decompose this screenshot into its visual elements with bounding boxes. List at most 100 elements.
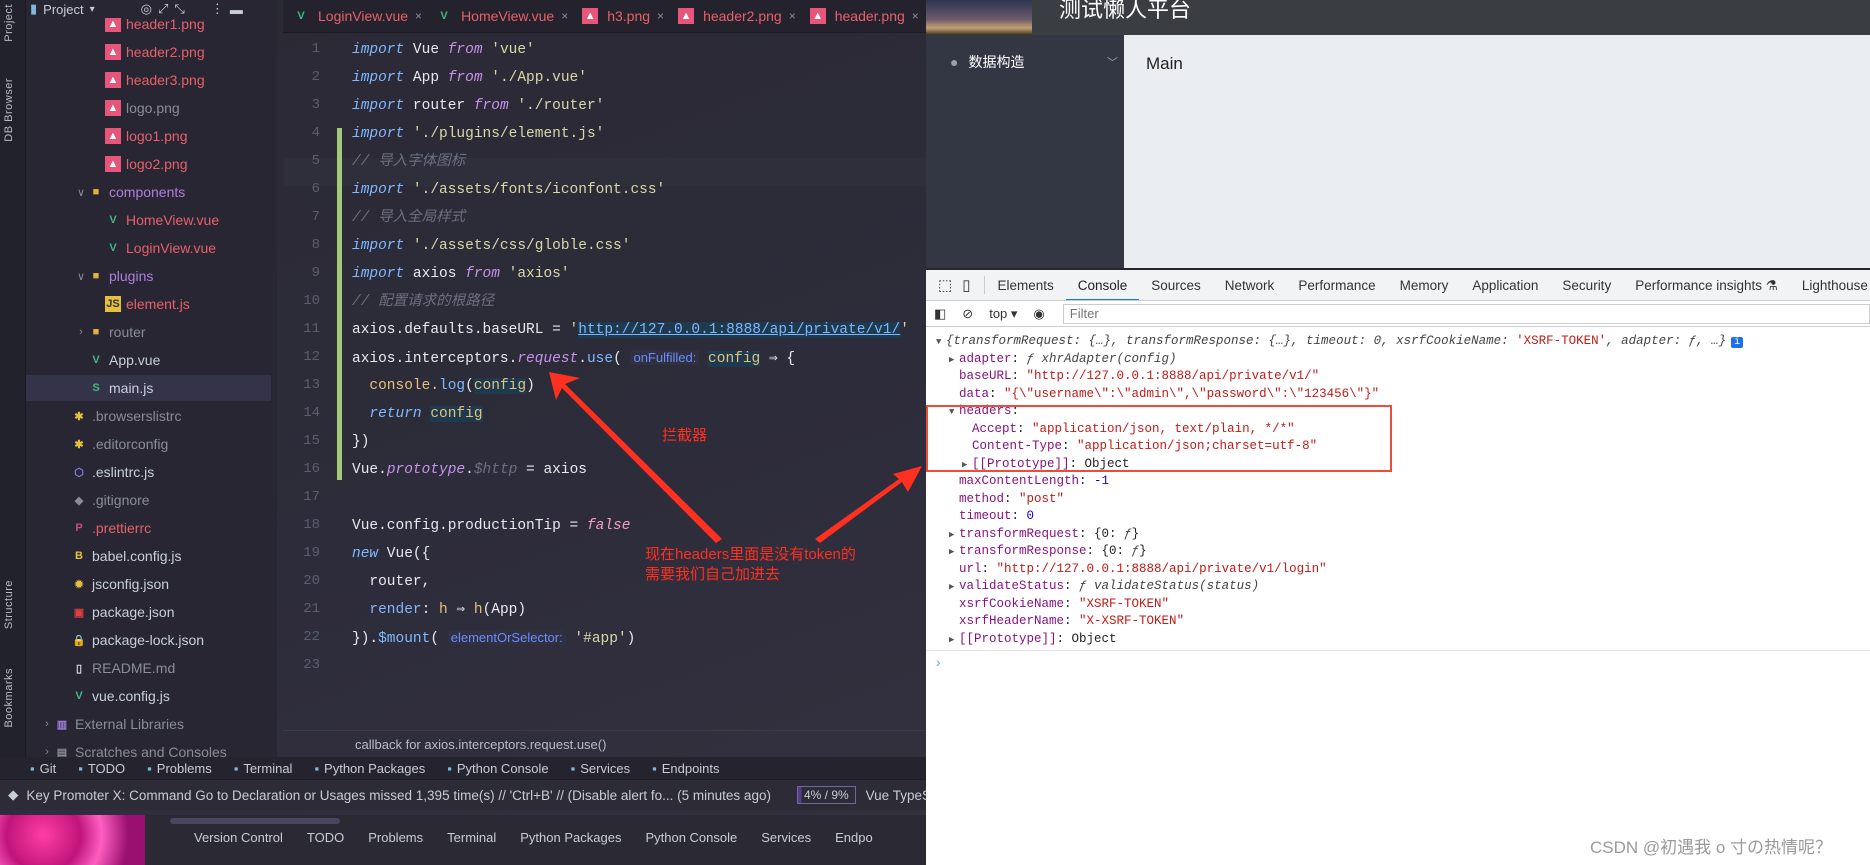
devtools-tab[interactable]: Security bbox=[1550, 270, 1623, 300]
console-prompt[interactable]: › bbox=[936, 654, 941, 670]
console-row[interactable]: baseURL: "http://127.0.0.1:8888/api/priv… bbox=[959, 368, 1319, 385]
devtools-tab[interactable]: Elements bbox=[985, 270, 1065, 300]
collapsed-arrow-icon[interactable]: ▶ bbox=[949, 527, 959, 544]
console-row[interactable]: ▼ {transformRequest: {…}, transformRespon… bbox=[936, 333, 1744, 351]
minimize-icon[interactable]: ▬ bbox=[230, 2, 243, 17]
console-token: } bbox=[1139, 544, 1147, 558]
collapsed-arrow-icon[interactable]: ▶ bbox=[949, 632, 959, 649]
project-view-selector[interactable]: Project bbox=[43, 2, 83, 17]
console-token: : bbox=[1011, 351, 1027, 366]
console-filter-input[interactable] bbox=[1062, 303, 1870, 324]
collapsed-arrow-icon[interactable]: ▶ bbox=[949, 544, 959, 561]
console-toolbar: ◧ ⊘ top ▾ ◉ bbox=[926, 301, 1870, 327]
console-row[interactable]: timeout: 0 bbox=[959, 508, 1034, 525]
services-icon: ▪ bbox=[570, 760, 576, 776]
collapsed-arrow-icon[interactable]: ▶ bbox=[949, 579, 959, 596]
tool-window-services[interactable]: ▪ Services bbox=[571, 761, 630, 776]
console-token: : bbox=[989, 386, 1005, 401]
devtools-tab[interactable]: Sources bbox=[1139, 270, 1213, 300]
status-bar: ◆ Key Promoter X: Command Go to Declarat… bbox=[0, 779, 938, 810]
console-row[interactable]: method: "post" bbox=[959, 491, 1064, 508]
console-row[interactable]: ▶ transformResponse: {0: ƒ} bbox=[949, 543, 1147, 560]
clear-console-icon[interactable]: ⊘ bbox=[952, 306, 983, 322]
console-token: url bbox=[959, 561, 982, 576]
annotation-note-line2: 需要我们自己加进去 bbox=[645, 566, 781, 583]
devtools-tab[interactable]: Memory bbox=[1388, 270, 1461, 300]
tool-window-label: Endpoints bbox=[661, 760, 720, 776]
inspect-element-icon[interactable]: ⬚ bbox=[926, 276, 958, 294]
expand-icon[interactable]: ⤢ bbox=[158, 1, 168, 17]
console-row[interactable]: ▶ transformRequest: {0: ƒ} bbox=[949, 526, 1139, 543]
devtools-tab[interactable]: Network bbox=[1213, 270, 1287, 300]
main-content-text: Main bbox=[1146, 54, 1183, 73]
devtools-tab[interactable]: Lighthouse bbox=[1790, 270, 1870, 300]
console-token: : bbox=[1011, 369, 1027, 383]
console-token: : {0: bbox=[1079, 526, 1125, 541]
background-tool-window[interactable]: Endpo bbox=[835, 830, 873, 845]
background-tool-window[interactable]: TODO bbox=[307, 830, 344, 845]
console-row[interactable]: xsrfCookieName: "XSRF-TOKEN" bbox=[959, 596, 1169, 613]
tool-window-label: Problems bbox=[156, 760, 212, 776]
annotation-note-line1: 现在headers里面是没有token的 bbox=[645, 546, 856, 563]
tool-window-terminal[interactable]: ▪ Terminal bbox=[234, 761, 293, 776]
console-row[interactable]: ▶ adapter: ƒ xhrAdapter(config) bbox=[949, 351, 1177, 368]
console-token: : bbox=[1079, 474, 1095, 488]
console-token: : bbox=[1064, 596, 1080, 611]
sidebar-menu-item[interactable]: ● 数据构造 ﹀ bbox=[950, 52, 1118, 72]
watermark: CSDN @初遇我 o 寸の热情呢？ bbox=[1590, 838, 1833, 857]
tool-window-endpoints[interactable]: ▪ Endpoints bbox=[652, 761, 719, 776]
console-row[interactable]: ▶ [[Prototype]]: Object bbox=[949, 631, 1117, 648]
context-selector[interactable]: top ▾ bbox=[983, 306, 1023, 322]
background-tool-window[interactable]: Version Control bbox=[194, 830, 283, 845]
tool-window-python-packages[interactable]: ▪ Python Packages bbox=[314, 761, 425, 776]
console-token: -1 bbox=[1094, 474, 1110, 488]
collapsed-arrow-icon[interactable]: ▶ bbox=[949, 352, 959, 369]
console-token: transformResponse bbox=[959, 544, 1087, 558]
background-tool-window[interactable]: Services bbox=[761, 830, 811, 845]
background-tool-window[interactable]: Problems bbox=[368, 830, 423, 845]
console-token: [[Prototype]] bbox=[959, 631, 1057, 646]
info-icon[interactable]: i bbox=[1731, 337, 1744, 348]
status-message[interactable]: Key Promoter X: Command Go to Declaratio… bbox=[26, 788, 771, 803]
memory-indicator[interactable]: 4% / 9% bbox=[796, 786, 856, 804]
chevron-down-icon: ﹀ bbox=[1107, 57, 1118, 69]
tool-window-git[interactable]: ▪ Git bbox=[30, 761, 56, 776]
target-icon[interactable]: ◎ bbox=[141, 1, 152, 17]
console-row[interactable]: maxContentLength: -1 bbox=[959, 473, 1109, 490]
console-token: data bbox=[959, 386, 990, 401]
console-row[interactable]: xsrfHeaderName: "X-XSRF-TOKEN" bbox=[959, 613, 1184, 630]
console-token: baseURL bbox=[959, 369, 1012, 383]
tool-window-python-console[interactable]: ▪ Python Console bbox=[447, 761, 548, 776]
chevron-down-icon[interactable]: ▾ bbox=[90, 4, 95, 15]
console-token: xsrfCookieName bbox=[959, 596, 1065, 611]
console-row[interactable]: url: "http://127.0.0.1:8888/api/private/… bbox=[959, 561, 1327, 578]
tool-window-todo[interactable]: ▪ TODO bbox=[78, 761, 125, 776]
console-token: : bbox=[1004, 491, 1020, 506]
background-tool-window[interactable]: Python Console bbox=[645, 830, 737, 845]
live-expression-icon[interactable]: ◉ bbox=[1023, 306, 1054, 322]
sidebar-toggle-icon[interactable]: ◧ bbox=[926, 306, 952, 322]
tool-window-label: Git bbox=[39, 760, 57, 776]
devtools-tab[interactable]: Application bbox=[1460, 270, 1550, 300]
expanded-arrow-icon[interactable]: ▼ bbox=[936, 334, 946, 351]
background-scrollbar[interactable] bbox=[170, 818, 340, 824]
console-token: "XSRF-TOKEN" bbox=[1079, 596, 1170, 611]
console-token: : {0: bbox=[1086, 544, 1132, 558]
more-icon[interactable]: ⋮ bbox=[211, 1, 224, 17]
devtools-tab[interactable]: Performance bbox=[1286, 270, 1387, 300]
headers-highlight-box bbox=[926, 405, 1392, 472]
console-token: method bbox=[959, 491, 1005, 506]
devtools-tab[interactable]: Console bbox=[1065, 270, 1140, 300]
devtools-tab[interactable]: Performance insights ⚗ bbox=[1623, 270, 1790, 300]
tool-window-problems[interactable]: ▪ Problems bbox=[147, 761, 212, 776]
background-tool-window[interactable]: Python Packages bbox=[520, 830, 621, 845]
package-icon: ▪ bbox=[314, 760, 320, 776]
console-row[interactable]: data: "{\"username\":\"admin\",\"passwor… bbox=[959, 386, 1379, 403]
background-tool-window[interactable]: Terminal bbox=[447, 830, 496, 845]
arrow-to-devtools bbox=[815, 466, 922, 543]
device-toolbar-icon[interactable]: ▯ bbox=[958, 276, 986, 294]
console-token: : bbox=[1064, 614, 1080, 628]
console-row[interactable]: ▶ validateStatus: ƒ validateStatus(status… bbox=[949, 578, 1259, 595]
collapse-icon[interactable]: ⤡ bbox=[174, 1, 184, 17]
console-token: : bbox=[1064, 579, 1080, 593]
